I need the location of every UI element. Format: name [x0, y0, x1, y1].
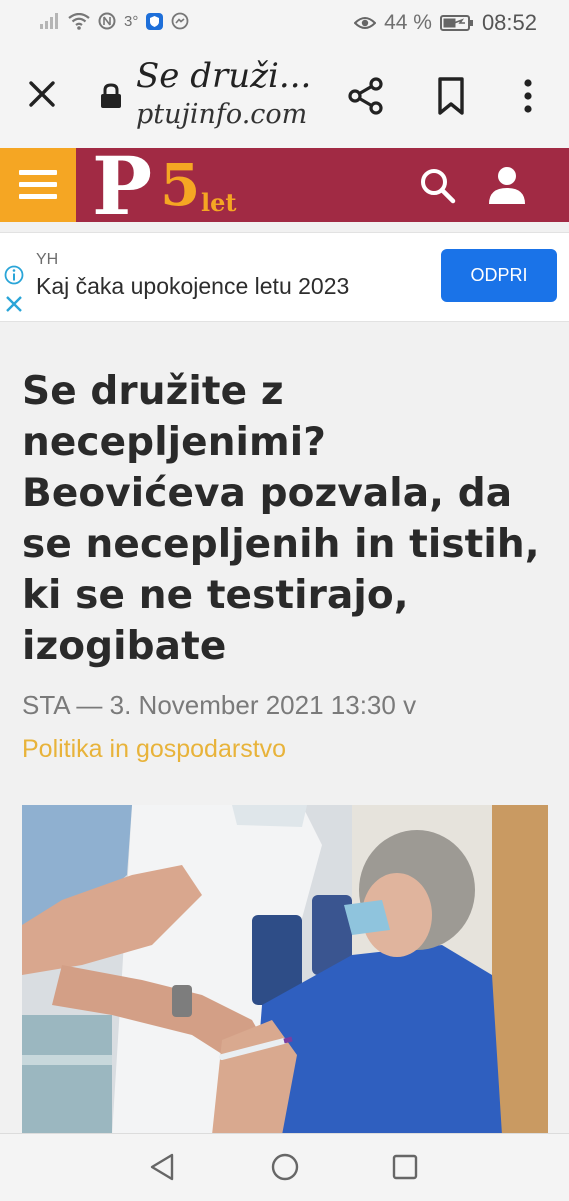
nfc-icon — [98, 12, 116, 30]
clock: 08:52 — [481, 10, 537, 35]
system-nav-bar — [0, 1133, 569, 1201]
ad-sponsor: YH — [36, 251, 59, 268]
eye-comfort-icon — [354, 17, 377, 29]
menu-line-icon — [19, 182, 57, 187]
menu-line-icon — [19, 194, 57, 199]
ad-info-icon[interactable] — [4, 265, 24, 285]
close-icon[interactable] — [24, 76, 60, 112]
temperature: 3° — [124, 12, 139, 30]
back-icon[interactable] — [148, 1152, 176, 1182]
article-photo — [22, 805, 548, 1135]
wifi-icon — [68, 12, 90, 30]
logo-letter: P — [92, 139, 153, 233]
bookmark-icon[interactable] — [434, 76, 468, 116]
signal-icon — [40, 13, 58, 29]
status-bar: 3° 44 % 08:52 — [0, 0, 569, 46]
share-icon[interactable] — [346, 76, 386, 116]
status-right: 44 % 08:52 — [354, 10, 537, 36]
recent-apps-icon[interactable] — [392, 1154, 418, 1180]
lock-icon — [101, 83, 121, 108]
logo-suffix: let — [201, 188, 237, 217]
status-left: 3° — [40, 12, 189, 30]
home-icon[interactable] — [270, 1152, 300, 1182]
ad-headline[interactable]: Kaj čaka upokojence letu 2023 — [36, 273, 349, 300]
page-title: Se druži... — [136, 56, 312, 96]
browser-toolbar: Se druži... ptujinfo.com — [0, 46, 569, 148]
battery-percent: 44 % — [384, 11, 432, 34]
menu-line-icon — [19, 170, 57, 175]
messenger-icon — [171, 12, 189, 30]
battery-icon — [439, 15, 473, 31]
hamburger-menu-button[interactable] — [0, 148, 76, 222]
article-category-link[interactable]: Politika in gospodarstvo — [22, 735, 286, 764]
article-title: Se družite z necepljenimi? Beovićeva poz… — [22, 369, 540, 669]
ad-close-icon[interactable] — [4, 293, 24, 315]
url-domain[interactable]: ptujinfo.com — [136, 99, 307, 130]
logo-number: 5 — [160, 151, 201, 219]
more-options-icon[interactable] — [510, 76, 546, 116]
ad-open-button[interactable]: ODPRI — [441, 249, 557, 302]
article-meta: STA — 3. November 2021 13:30 v — [22, 690, 417, 720]
site-header: P 5 let — [0, 146, 569, 226]
shield-app-icon — [146, 12, 164, 30]
user-account-icon[interactable] — [486, 164, 528, 206]
search-icon[interactable] — [418, 166, 458, 206]
ad-banner[interactable]: YH Kaj čaka upokojence letu 2023 ODPRI — [0, 232, 569, 322]
